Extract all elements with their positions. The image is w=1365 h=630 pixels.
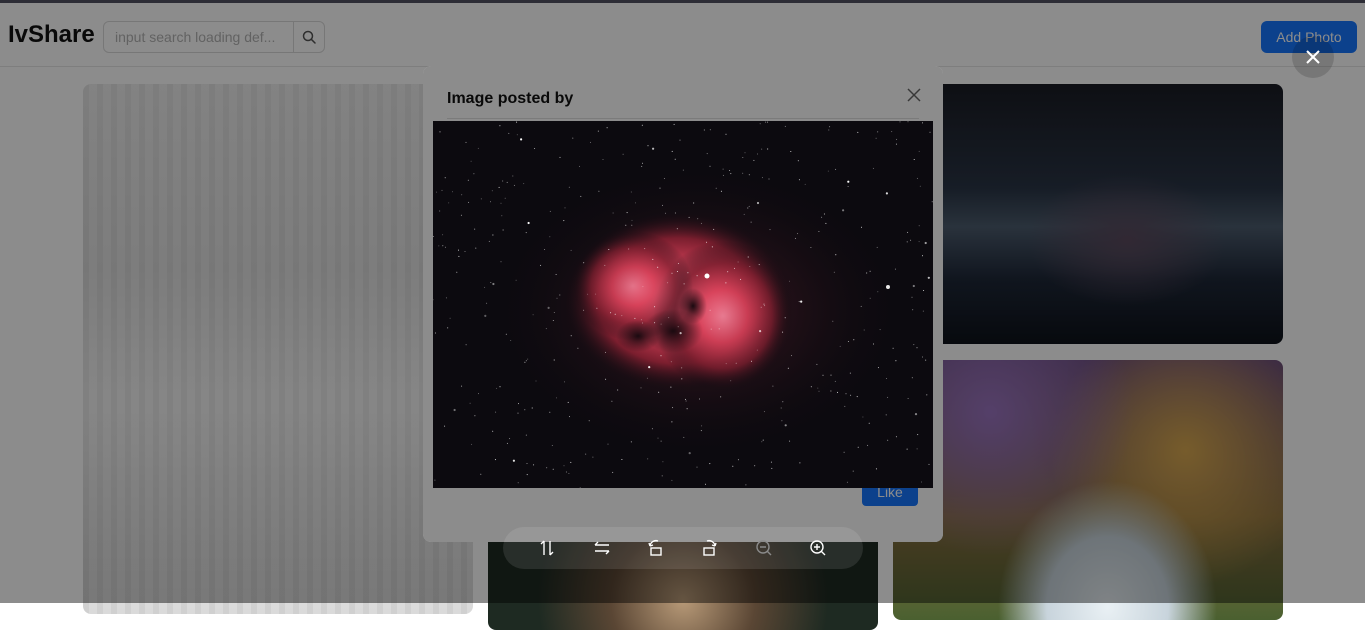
close-icon: [1306, 50, 1320, 64]
preview-image[interactable]: [432, 121, 933, 488]
flip-horizontal-button[interactable]: [590, 536, 614, 560]
flip-vertical-icon: [540, 540, 554, 556]
flip-vertical-button[interactable]: [535, 536, 559, 560]
window-top-border: [0, 0, 1365, 3]
zoom-in-icon: [810, 540, 826, 556]
preview-toolbar: [503, 527, 863, 569]
rotate-left-icon: [648, 539, 662, 556]
zoom-out-icon: [756, 540, 772, 556]
flip-horizontal-icon: [594, 541, 610, 555]
rotate-right-icon: [703, 539, 717, 556]
zoom-out-button[interactable]: [752, 536, 776, 560]
preview-close-button[interactable]: [1292, 36, 1334, 78]
zoom-in-button[interactable]: [806, 536, 830, 560]
nebula-image: [432, 121, 933, 488]
rotate-right-button[interactable]: [698, 536, 722, 560]
rotate-left-button[interactable]: [643, 536, 667, 560]
